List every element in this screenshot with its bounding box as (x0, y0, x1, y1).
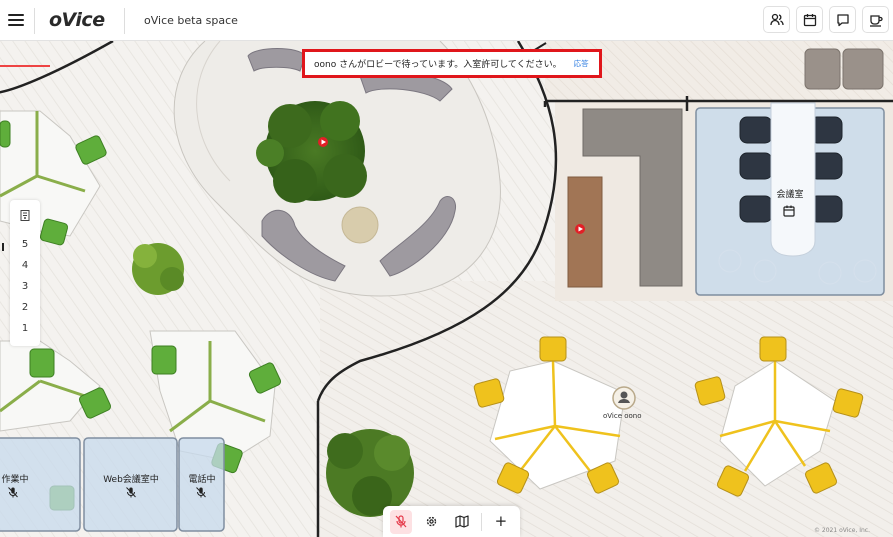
map-icon (455, 515, 469, 528)
notification-message: oono さんがロビーで待っています。入室許可してください。 (314, 60, 562, 70)
floor-3[interactable]: 3 (10, 281, 40, 292)
floor-selector: 5 4 3 2 1 (10, 200, 40, 346)
virtual-space-map[interactable] (0, 41, 893, 537)
top-bar: oVice oVice beta space (0, 0, 893, 41)
copyright: © 2021 oVice, Inc. (814, 527, 870, 534)
cup-icon[interactable] (862, 6, 889, 33)
mic-muted-icon (395, 515, 407, 528)
floor-4[interactable]: 4 (10, 260, 40, 271)
toolbar-divider (480, 512, 482, 531)
settings-button[interactable] (420, 510, 442, 534)
mic-toggle-button[interactable] (390, 509, 413, 534)
app-logo[interactable]: oVice (49, 9, 105, 31)
menu-icon[interactable] (8, 14, 24, 28)
meeting-room-label[interactable]: 会議室 (770, 187, 810, 200)
divider (124, 8, 125, 34)
avatar-name[interactable]: oVice oono (603, 412, 642, 420)
mic-muted-icon (196, 487, 206, 498)
floor-2[interactable]: 2 (10, 302, 40, 313)
active-floor-indicator (2, 243, 4, 251)
on-call-room-label[interactable]: 電話中 (186, 472, 218, 485)
top-icon-group (763, 6, 893, 33)
map-button[interactable] (451, 510, 473, 534)
mic-muted-icon (8, 487, 18, 498)
respond-link[interactable]: 応答 (574, 58, 589, 69)
gear-icon (426, 516, 437, 527)
building-icon (20, 210, 30, 221)
add-button[interactable]: + (490, 510, 512, 534)
calendar-icon[interactable] (796, 6, 823, 33)
users-icon[interactable] (763, 6, 790, 33)
working-room-label[interactable]: 作業中 (0, 472, 30, 485)
lobby-notification: oono さんがロビーで待っています。入室許可してください。 応答 (302, 49, 602, 78)
mic-muted-icon (126, 487, 136, 498)
plus-icon: + (494, 512, 508, 530)
calendar-icon[interactable] (783, 205, 795, 217)
web-meeting-room-label[interactable]: Web会議室中 (102, 472, 160, 485)
chat-icon[interactable] (829, 6, 856, 33)
bottom-toolbar: + (383, 506, 520, 537)
floor-5[interactable]: 5 (10, 239, 40, 250)
floor-1[interactable]: 1 (10, 323, 40, 334)
divider (34, 8, 35, 34)
floor-plan (0, 41, 893, 537)
space-title: oVice beta space (144, 14, 238, 27)
